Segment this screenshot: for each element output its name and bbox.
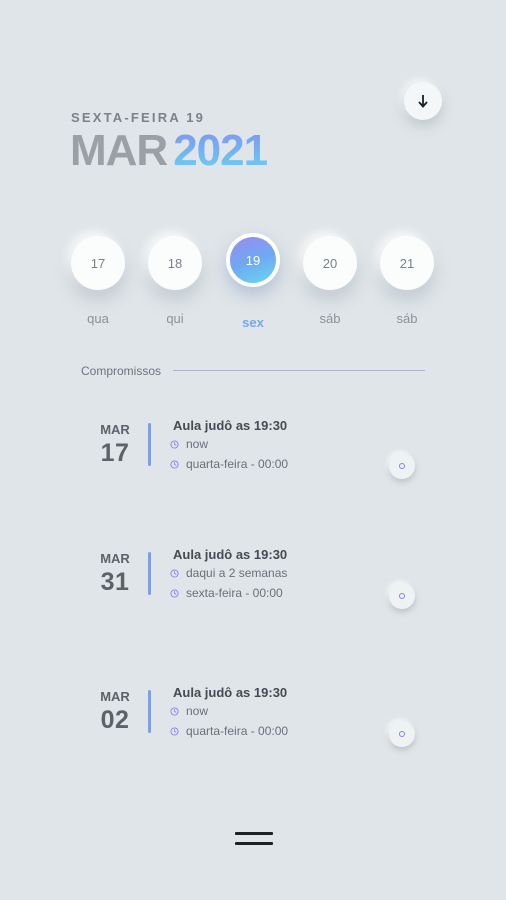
event-relative-time: daqui a 2 semanas (170, 566, 287, 580)
day-pill-18[interactable]: 18 (148, 236, 202, 290)
day-number: 21 (399, 255, 415, 271)
event-datetime-text: sexta-feira - 00:00 (186, 586, 283, 600)
event-datetime: quarta-feira - 00:00 (170, 724, 288, 738)
event-month: MAR (100, 551, 130, 566)
menu-handle-icon[interactable] (235, 832, 273, 848)
clock-icon (170, 439, 179, 449)
day-number: 20 (322, 255, 338, 271)
event-accent-bar (148, 552, 151, 595)
event-item[interactable]: MAR 02 Aula judô as 19:30 now quarta-fei… (0, 685, 506, 785)
day-pill-21[interactable]: 21 (380, 236, 434, 290)
circle-dot-icon (399, 731, 405, 737)
event-datetime: quarta-feira - 00:00 (170, 457, 288, 471)
event-datetime-text: quarta-feira - 00:00 (186, 724, 289, 738)
event-relative-text: now (186, 437, 209, 451)
selected-day-circle: 19 (230, 237, 276, 283)
event-title: Aula judô as 19:30 (173, 418, 288, 433)
event-options-button[interactable] (389, 583, 415, 609)
day-name-selected: sex (242, 315, 264, 330)
event-datetime-text: quarta-feira - 00:00 (186, 457, 289, 471)
clock-icon (170, 588, 179, 598)
circle-dot-icon (399, 593, 405, 599)
year-label: 2021 (173, 126, 268, 175)
day-number: 19 (245, 252, 261, 268)
section-divider (173, 370, 425, 371)
day-name: sáb (319, 311, 341, 326)
day-name: qua (87, 311, 109, 326)
day-name: qui (166, 311, 184, 326)
event-title: Aula judô as 19:30 (173, 547, 288, 562)
day-pill-17[interactable]: 17 (71, 236, 125, 290)
section-title: Compromissos (81, 364, 162, 378)
clock-icon (170, 726, 179, 736)
clock-icon (170, 459, 179, 469)
arrow-down-icon (418, 95, 428, 108)
day-number: 18 (167, 255, 183, 271)
download-button[interactable] (404, 82, 442, 120)
month-label: MAR (70, 126, 168, 175)
event-relative-text: daqui a 2 semanas (186, 566, 288, 580)
circle-dot-icon (399, 463, 405, 469)
event-day: 02 (100, 706, 130, 734)
event-item[interactable]: MAR 31 Aula judô as 19:30 daqui a 2 sema… (0, 547, 506, 647)
event-month: MAR (100, 689, 130, 704)
event-day: 17 (100, 439, 130, 467)
event-month: MAR (100, 422, 130, 437)
clock-icon (170, 568, 179, 578)
event-title: Aula judô as 19:30 (173, 685, 288, 700)
event-relative-time: now (170, 704, 208, 718)
day-name: sáb (396, 311, 418, 326)
day-pill-19-selected[interactable]: 19 (226, 233, 280, 287)
event-relative-time: now (170, 437, 208, 451)
event-accent-bar (148, 690, 151, 733)
clock-icon (170, 706, 179, 716)
event-day: 31 (100, 568, 130, 596)
weekday-date-label: SEXTA-FEIRA 19 (71, 110, 206, 125)
event-relative-text: now (186, 704, 209, 718)
event-datetime: sexta-feira - 00:00 (170, 586, 283, 600)
event-options-button[interactable] (389, 721, 415, 747)
event-accent-bar (148, 423, 151, 466)
day-number: 17 (90, 255, 106, 271)
day-pill-20[interactable]: 20 (303, 236, 357, 290)
event-item[interactable]: MAR 17 Aula judô as 19:30 now quarta-fei… (0, 418, 506, 518)
event-options-button[interactable] (389, 453, 415, 479)
month-year-title: MAR 2021 (70, 126, 268, 176)
